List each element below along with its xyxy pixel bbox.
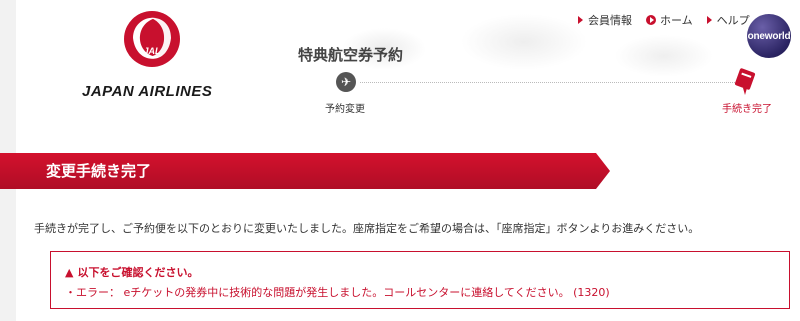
nav-member-info[interactable]: 会員情報	[578, 12, 632, 28]
step-label-change: 予約変更	[325, 104, 365, 115]
page-title: 特典航空券予約	[298, 46, 404, 64]
jal-logo[interactable]: JAL JAPAN AIRLINES	[48, 8, 238, 100]
banner-title: 変更手続き完了	[46, 162, 152, 180]
nav-help[interactable]: ヘルプ	[706, 12, 750, 28]
error-notice-box: ▲ 以下をご確認ください。 ・エラー： eチケットの発券中に技術的な問題が発生し…	[50, 251, 790, 309]
airplane-icon: ✈	[336, 72, 356, 92]
ticket-icon	[734, 68, 756, 95]
top-nav: 会員情報 ホーム ヘルプ	[578, 12, 750, 28]
arrow-right-icon	[706, 16, 712, 24]
notice-heading: ▲ 以下をご確認ください。	[65, 264, 198, 280]
nav-home[interactable]: ホーム	[646, 12, 693, 28]
error-message: ・エラー： eチケットの発券中に技術的な問題が発生しました。コールセンターに連絡…	[65, 286, 610, 299]
arrow-right-icon	[578, 16, 583, 24]
warning-icon: ▲	[65, 265, 74, 279]
oneworld-logo[interactable]: oneworld	[747, 14, 791, 58]
circle-arrow-icon	[646, 15, 656, 25]
brand-name: JAPAN AIRLINES	[82, 83, 213, 100]
intro-text: 手続きが完了し、ご予約便を以下のとおりに変更いたしました。座席指定をご希望の場合…	[34, 222, 700, 235]
nav-label: ヘルプ	[716, 14, 750, 27]
crane-logo-icon: JAL	[124, 11, 180, 67]
svg-text:JAL: JAL	[143, 46, 160, 56]
notice-heading-text: 以下をご確認ください。	[77, 266, 199, 279]
nav-label: ホーム	[660, 14, 693, 27]
progress-track	[360, 82, 735, 83]
nav-label: 会員情報	[588, 14, 632, 27]
step-label-complete: 手続き完了	[722, 104, 772, 115]
